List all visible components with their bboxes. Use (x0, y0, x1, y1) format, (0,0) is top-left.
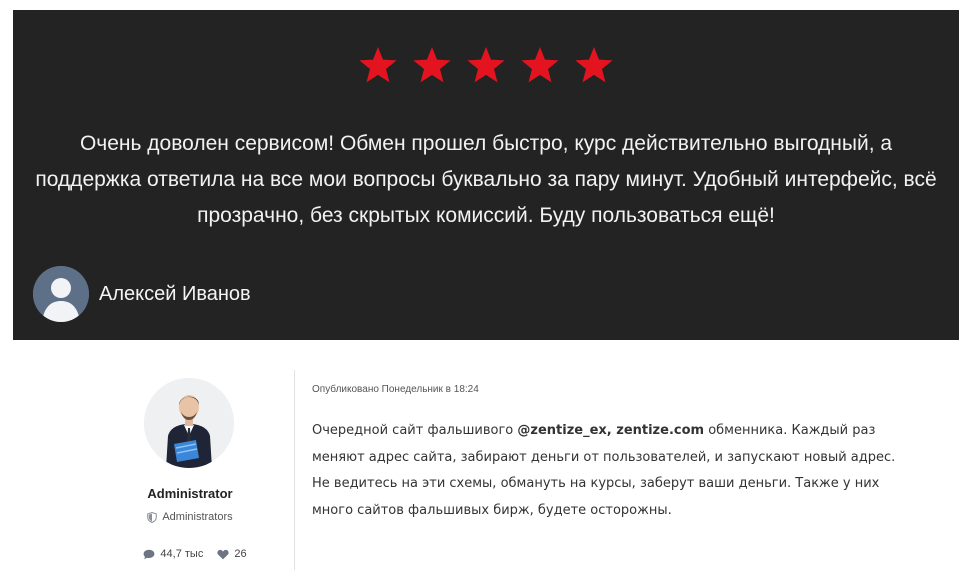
review-author: Алексей Иванов (33, 266, 251, 322)
review-card: Очень доволен сервисом! Обмен прошел быс… (13, 10, 959, 340)
review-author-name[interactable]: Алексей Иванов (99, 283, 251, 306)
post-author-panel: Administrator Administrators 44,7 тыс 26 (120, 340, 270, 578)
comment-bubble-icon (144, 549, 155, 559)
likes-count-value: 26 (234, 548, 247, 560)
post-author-name[interactable]: Administrator (120, 486, 260, 501)
star-icon (520, 46, 560, 84)
rating-stars (13, 46, 959, 84)
forum-post: Administrator Administrators 44,7 тыс 26 (0, 340, 974, 578)
star-icon (412, 46, 452, 84)
posts-count-value: 44,7 тыс (160, 548, 204, 560)
post-author-stats: 44,7 тыс 26 (120, 548, 270, 560)
star-icon (574, 46, 614, 84)
star-icon (466, 46, 506, 84)
user-silhouette-icon (33, 266, 89, 322)
admin-avatar[interactable] (144, 378, 234, 468)
likes-count: 26 (217, 548, 247, 560)
review-text: Очень доволен сервисом! Обмен прошел быс… (35, 132, 937, 227)
post-author-group: Administrators (120, 511, 260, 523)
heart-icon (217, 549, 229, 559)
posts-count: 44,7 тыс (143, 548, 203, 560)
post-body-text: Очередной сайт фальшивого (312, 423, 518, 438)
post-divider (294, 370, 295, 570)
post-author-group-label: Administrators (162, 511, 233, 523)
star-icon (358, 46, 398, 84)
shield-icon (147, 511, 158, 523)
post-body-highlight: @zentize_ex, zentize.com (517, 423, 705, 438)
post-body: Очередной сайт фальшивого @zentize_ex, z… (312, 418, 902, 524)
post-meta[interactable]: Опубликовано Понедельник в 18:24 (312, 384, 479, 395)
